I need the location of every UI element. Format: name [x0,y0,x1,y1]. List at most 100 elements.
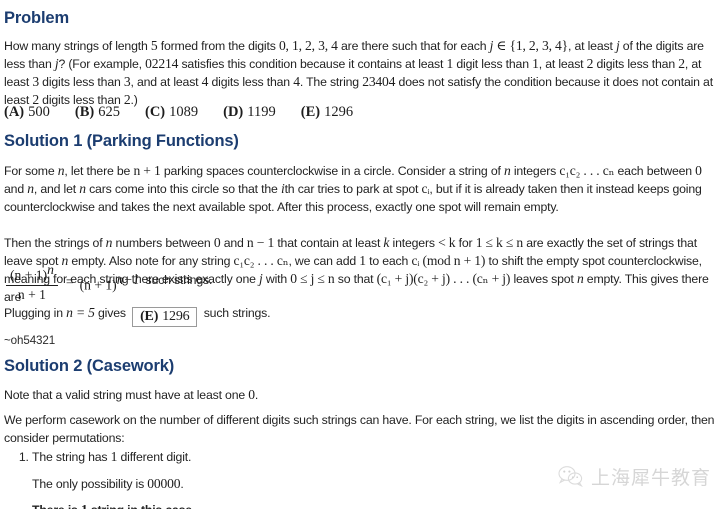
boxed-answer: (E) 1296 [132,307,198,327]
math-run: n + 1 [133,163,161,178]
watermark-text: 上海犀牛教育 [591,466,712,489]
math-run: c₁c₂ . . . cₙ [233,253,289,268]
formula-trailing-text: such strings. [145,273,213,287]
text-run: different digit. [117,450,192,464]
math-run: n [27,181,34,196]
text-run: integers [389,236,439,250]
text-run: Note that a valid string must have at le… [4,388,249,402]
text-run: to each [365,254,412,268]
math-run: 0, 1, 2, 3, 4 [278,38,338,53]
text-run: . The string [299,75,363,89]
boxed-answer-value: 1296 [162,309,190,324]
heading-solution-2: Solution 2 (Casework) [4,357,175,375]
answer-choice-label: (E) [300,104,321,120]
math-run: 1 [359,253,366,268]
solution2-paragraph-2: We perform casework on the number of dif… [4,411,716,447]
math-run: 00000 [147,476,181,491]
math-run: n [576,271,584,286]
rhs-exponent: n−1 [116,271,140,287]
document-page: Problem How many strings of length 5 for… [0,0,718,509]
plug-before: Plugging in [4,306,67,320]
text-run: . [254,388,259,402]
text-run: each between [614,164,696,178]
text-run: . [180,477,184,491]
fraction-numerator: (n + 1)n [6,262,58,286]
heading-problem: Problem [4,9,69,27]
text-run: digits less than [208,75,294,89]
text-run: parking spaces counterclockwise in a cir… [160,164,504,178]
math-run: 1 [532,56,539,71]
equals-sign: = [65,274,74,290]
text-run: Then the strings of [4,236,106,250]
math-run: n [503,163,511,178]
answer-choice-label: (B) [74,104,95,120]
text-run: , and at least [130,75,202,89]
solution1-formula: (n + 1)n n + 1 = (n + 1)n−1 such strings… [4,262,212,303]
answer-choice: (C) 1089 [145,104,198,121]
text-run: th car tries to park at spot [284,182,422,196]
text-run: , at least [568,39,616,53]
heading-solution-1: Solution 1 (Parking Functions) [4,132,239,150]
text-run: digit less than [453,57,533,71]
case-item: The string has 1 different digit. The onl… [32,448,532,509]
math-run: 3 [123,74,131,89]
text-run: string in this case. [88,503,196,509]
answer-choice-value: 500 [28,104,50,120]
answer-choice: (A) 500 [4,104,50,121]
watermark: 上海犀牛教育 [558,462,710,494]
text-run: , we can add [288,254,360,268]
text-run: numbers between [112,236,214,250]
answer-choice-value: 1199 [247,104,276,120]
wechat-icon [558,465,584,492]
text-run: formed from the digits [157,39,279,53]
numerator-exponent: n [47,262,54,277]
math-run: < k [438,235,456,250]
math-run: 2 [678,56,685,71]
text-run: digits less than [593,57,679,71]
text-run: How many strings of length [4,39,151,53]
plug-after: such strings. [200,306,271,320]
answer-choice-label: (A) [4,104,25,120]
text-run: , and let [33,182,80,196]
math-run: ∈ {1, 2, 3, 4} [493,38,569,53]
math-run: 1 ≤ k ≤ n [475,235,523,250]
text-run: The only possibility is [32,477,148,491]
text-run: with [262,272,291,286]
case-detail: The only possibility is 00000. [32,475,532,493]
answer-choice-label: (D) [223,104,244,120]
fraction: (n + 1)n n + 1 [6,262,58,303]
answer-choice-label: (C) [144,104,166,120]
answer-choice-value: 1089 [169,104,199,120]
solution1-paragraph-1: For some n , let there be n + 1 parking s… [4,162,718,216]
formula-right-side: (n + 1)n−1 [80,272,140,294]
text-run: and [4,182,28,196]
answer-choice-value: 1296 [324,104,354,120]
text-run: are there such that for each [337,39,490,53]
math-run: 5 [150,38,158,53]
text-run: digits less than [38,75,124,89]
math-run: cᵢ (mod n + 1) [411,253,486,268]
text-run: The string has [32,450,111,464]
math-run: (c₁ + j)(c₂ + j) . . . (cₙ + j) [376,271,511,286]
case-title: The string has 1 different digit. [32,448,532,466]
answer-choice: (E) 1296 [301,104,353,121]
text-run: ? (For example, [58,57,146,71]
math-run: n − 1 [246,235,275,250]
text-run: , at least [538,57,587,71]
text-run: leaves spot [510,272,577,286]
math-run: c₁c₂ . . . cₙ [559,163,615,178]
text-run: For some [4,164,58,178]
text-run: cars come into this circle so that the [85,182,281,196]
text-run: satisfies this condition because it cont… [178,57,447,71]
text-run: for [455,236,476,250]
case-conclusion: There is 1 string in this case. [32,501,532,509]
plug-middle: gives [94,306,130,320]
numerator-base: (n + 1) [10,267,48,283]
math-run: 1 [81,502,88,509]
math-run: 4 [293,74,300,89]
math-run: 3 [32,74,39,89]
text-run: and [220,236,247,250]
math-run: 0 [248,387,255,402]
casework-list: The string has 1 different digit. The onl… [4,448,532,509]
answer-choices: (A) 500 (B) 625 (C) 1089 (D) 1199 (E) 1296 [4,104,378,121]
